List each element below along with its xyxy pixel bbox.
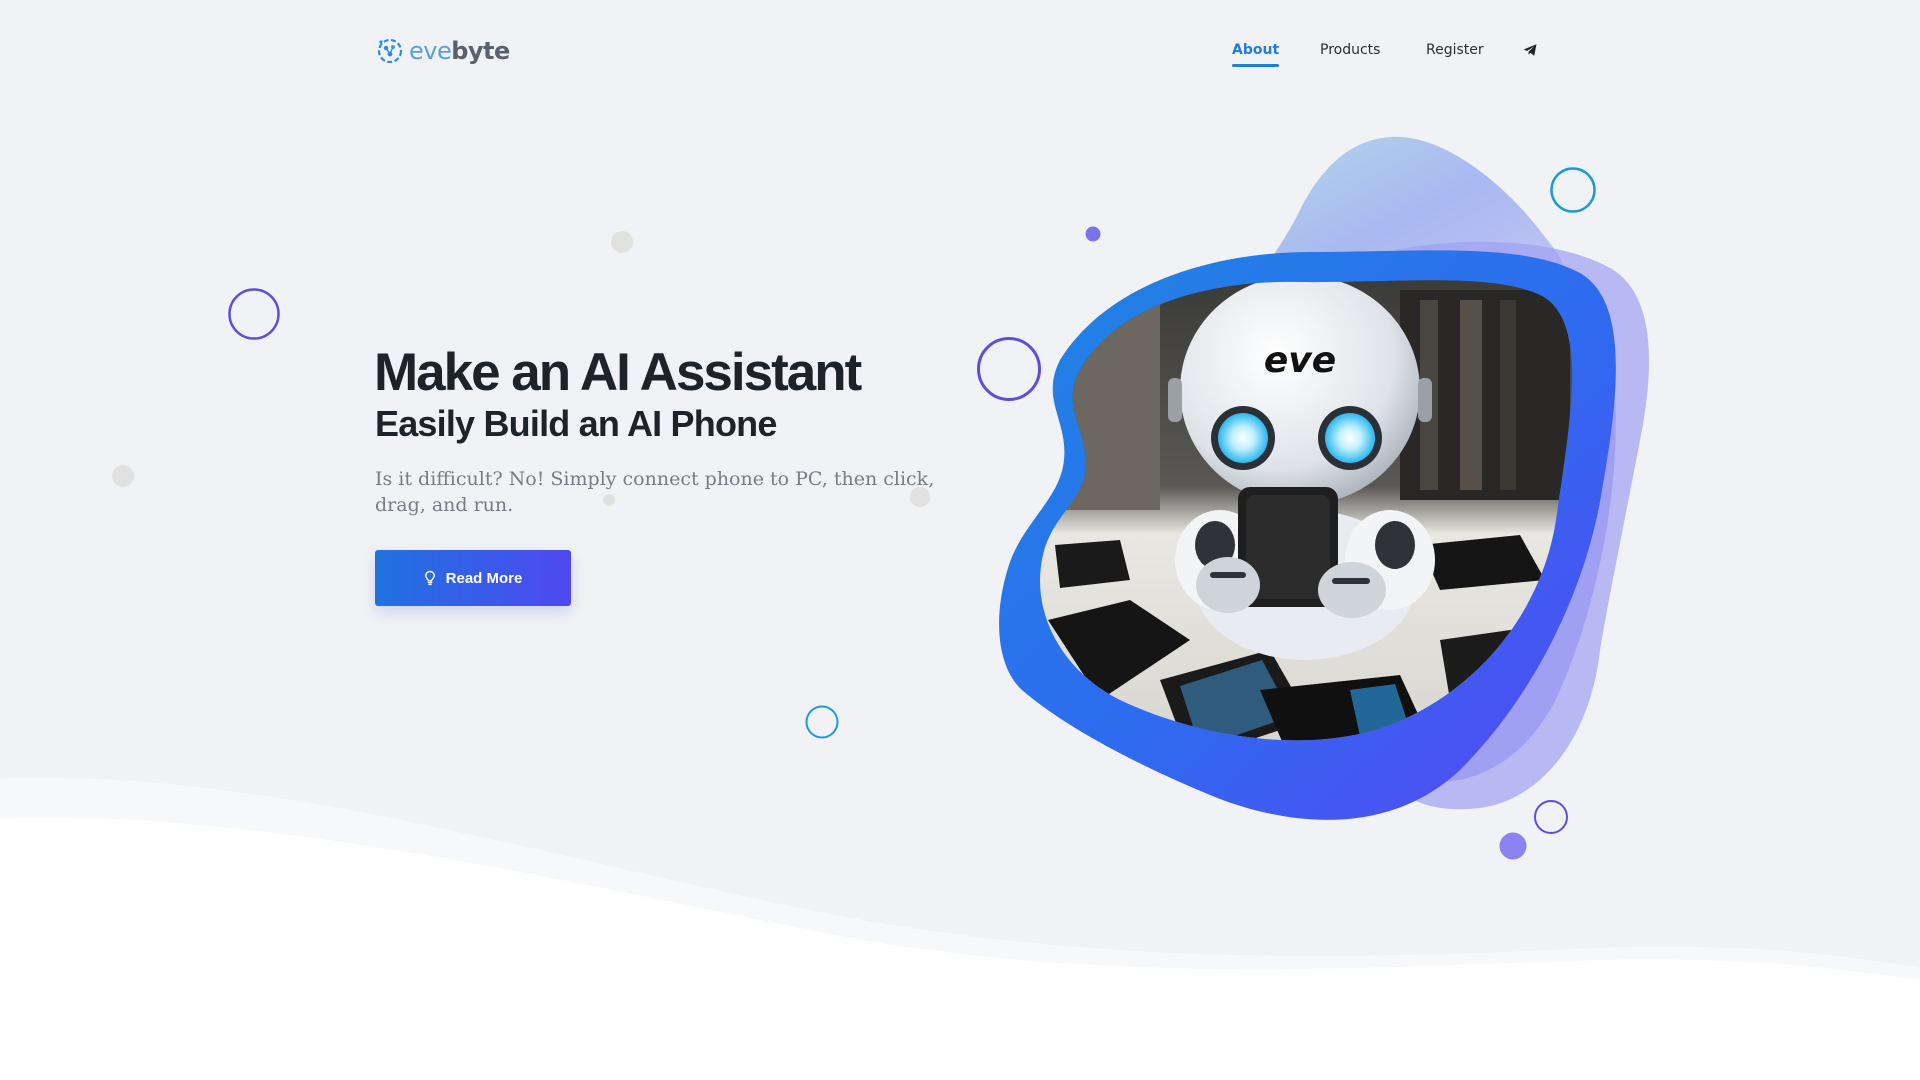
brand-name: evebyte — [409, 37, 510, 65]
hero-subtitle: Easily Build an AI Phone — [375, 403, 777, 444]
hero-section: eve evebyte About Products Register Make… — [0, 0, 1920, 1000]
brand-name-part2: byte — [451, 37, 510, 65]
telegram-icon[interactable] — [1522, 42, 1538, 58]
nav-products[interactable]: Products — [1320, 42, 1380, 58]
nav-register[interactable]: Register — [1426, 42, 1484, 58]
brain-circuit-icon — [377, 38, 403, 64]
brand-name-part1: eve — [409, 37, 452, 65]
read-more-button[interactable]: Read More — [375, 550, 571, 606]
robot-head-label: eve — [1264, 340, 1336, 381]
lightbulb-icon — [424, 570, 435, 586]
brand-logo[interactable]: evebyte — [375, 36, 510, 66]
read-more-label: Read More — [445, 569, 523, 587]
hero-description: Is it difficult? No! Simply connect phon… — [375, 468, 935, 516]
hero-title: Make an AI Assistant — [374, 343, 862, 402]
nav-about[interactable]: About — [1232, 42, 1280, 67]
hero-illustration: eve — [999, 136, 1650, 820]
